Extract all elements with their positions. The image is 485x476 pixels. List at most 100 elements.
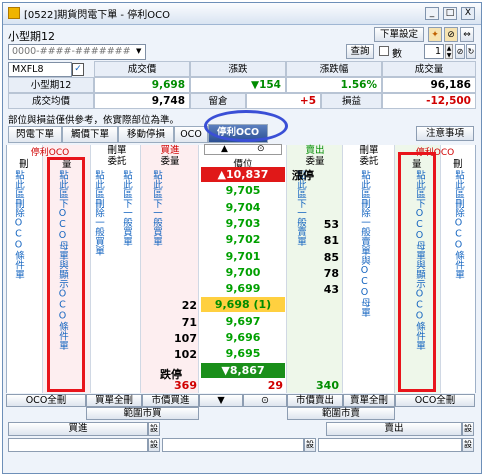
- ladder-sell-qty[interactable]: 85: [287, 249, 339, 266]
- ladder-price[interactable]: 9,699: [201, 281, 285, 296]
- ladder-price[interactable]: ▼8,867: [201, 362, 285, 378]
- right-delete-header: 刪: [453, 159, 463, 170]
- buy-order-header: 刪單 委託: [97, 145, 137, 167]
- tab-touch-price[interactable]: 觸價下單: [62, 126, 118, 143]
- sell-qty-header-2: 委量: [305, 156, 325, 167]
- center-button[interactable]: ⊙: [243, 394, 287, 407]
- remain-value: +5: [246, 93, 321, 109]
- last-price: 9,698: [94, 77, 190, 93]
- notes-button[interactable]: 注意事項: [416, 126, 474, 141]
- oco-delete-all-left-button[interactable]: OCO全刪: [6, 394, 86, 407]
- avg-cost-value: 9,748: [94, 93, 190, 109]
- center-target-icon[interactable]: ⊙: [257, 145, 265, 154]
- ladder-price[interactable]: 9,705: [201, 183, 285, 198]
- market-buy-button[interactable]: 市價買進: [142, 394, 199, 407]
- oco-delete-all-right-button[interactable]: OCO全刪: [395, 394, 475, 407]
- sell-price-set-button[interactable]: 設: [462, 438, 474, 452]
- minimize-button[interactable]: _: [425, 7, 439, 20]
- buy-set-button[interactable]: 設: [148, 422, 160, 436]
- tab-flash-order[interactable]: 閃電下單: [8, 126, 62, 143]
- ladder-buy-qty[interactable]: 102: [141, 346, 197, 363]
- star-icon[interactable]: ✦: [428, 27, 442, 42]
- remain-label: 留倉: [190, 93, 246, 109]
- total-sell-orders: 340: [316, 379, 339, 392]
- highlight-ellipse: [204, 110, 288, 142]
- ladder-buy-qty[interactable]: 22: [141, 297, 197, 314]
- ladder-price[interactable]: 9,695: [201, 346, 285, 361]
- mid-price-input[interactable]: [162, 438, 304, 452]
- buy-button[interactable]: 買進: [8, 422, 148, 436]
- ladder-price[interactable]: 9,696: [201, 330, 285, 345]
- buy-qty-header: 買進 委量: [150, 145, 190, 167]
- sell-price-input[interactable]: [318, 438, 462, 452]
- buy-qty-header-2: 委量: [160, 156, 180, 167]
- price-header-controls[interactable]: ▲ ⊙: [204, 144, 282, 155]
- header-change-pct: 漲跌幅: [286, 61, 382, 77]
- query-button[interactable]: 查詢: [346, 44, 374, 59]
- ladder-buy-qty[interactable]: 107: [141, 330, 197, 347]
- header-last-price: 成交價: [94, 61, 190, 77]
- range-market-buy-button[interactable]: 範圍市買: [86, 407, 199, 420]
- buy-price-input[interactable]: [8, 438, 148, 452]
- ladder-price[interactable]: 9,703: [201, 216, 285, 231]
- ladder-price[interactable]: ▲10,837: [201, 167, 285, 182]
- ladder-sell-qty[interactable]: 43: [287, 281, 339, 298]
- scroll-up-icon[interactable]: ▲: [221, 145, 228, 154]
- range-market-sell-button[interactable]: 範圍市賣: [287, 407, 395, 420]
- lock-icon[interactable]: ⊘: [444, 27, 458, 42]
- mid-set-button[interactable]: 設: [304, 438, 316, 452]
- buy-price-set-button[interactable]: 設: [148, 438, 160, 452]
- order-settings-button[interactable]: 下單設定: [374, 27, 424, 42]
- buy-order-header-2: 委託: [107, 156, 127, 167]
- lots-checkbox[interactable]: [379, 46, 389, 56]
- sell-delete-hint: 點此區刪除一般賣單與OCO母單: [359, 170, 370, 317]
- tab-oco[interactable]: OCO: [174, 126, 208, 143]
- window-title: [0522]期貨閃電下單 - 停利OCO: [24, 10, 170, 21]
- sell-delete-all-button[interactable]: 賣單全刪: [343, 394, 395, 407]
- scroll-down-button[interactable]: ▼: [199, 394, 243, 407]
- product-name: 小型期12: [8, 30, 55, 43]
- ladder-price[interactable]: 9,697: [201, 314, 285, 329]
- ladder-sell-qty[interactable]: 53: [287, 216, 339, 233]
- sell-button[interactable]: 賣出: [326, 422, 462, 436]
- ladder-price[interactable]: 9,698 (1): [201, 297, 285, 313]
- sell-order-header: 刪單 委託: [349, 145, 389, 167]
- volume-value: 96,186: [382, 77, 476, 93]
- left-oco-delete-hint: 點此區刪除OCO條件單: [13, 170, 24, 279]
- link-icon[interactable]: ⊘: [455, 44, 465, 59]
- symbol-checkbox[interactable]: ✓: [72, 63, 84, 76]
- expand-icon[interactable]: ⇔: [460, 27, 474, 42]
- symbol-select[interactable]: MXFL8: [8, 62, 72, 77]
- ladder-price[interactable]: 9,700: [201, 265, 285, 280]
- position-notice: 部位與損益僅供參考，依實際部位為準。: [8, 115, 180, 126]
- app-icon: [8, 7, 20, 19]
- ladder-price[interactable]: 9,701: [201, 249, 285, 264]
- lots-input[interactable]: 1: [424, 44, 444, 59]
- lots-stepper[interactable]: ▲ ▼: [445, 44, 453, 59]
- product-label: 小型期12: [8, 77, 94, 93]
- ladder-price[interactable]: 9,702: [201, 232, 285, 247]
- buy-delete-all-button[interactable]: 買單全刪: [86, 394, 142, 407]
- ladder-buy-qty[interactable]: 71: [141, 314, 197, 331]
- market-sell-button[interactable]: 市價賣出: [287, 394, 343, 407]
- buy-order-hint-a: 點此區下一般買單: [121, 170, 132, 246]
- total-buy-orders: 369: [174, 379, 197, 392]
- buy-order-header-1: 刪單: [107, 145, 127, 156]
- sell-order-header-2: 委託: [359, 156, 379, 167]
- sell-qty-header: 賣出 委量: [295, 145, 335, 167]
- left-delete-header: 刪: [19, 159, 29, 170]
- sell-set-button[interactable]: 設: [462, 422, 474, 436]
- tab-trailing-stop[interactable]: 移動停損: [118, 126, 174, 143]
- refresh-icon[interactable]: ↻: [466, 44, 476, 59]
- ladder-sell-qty[interactable]: 78: [287, 265, 339, 282]
- ladder-sell-qty[interactable]: 81: [287, 232, 339, 249]
- buy-qty-header-1: 買進: [160, 145, 180, 156]
- chevron-down-icon: ▼: [136, 47, 142, 55]
- ladder-price[interactable]: 9,704: [201, 200, 285, 215]
- account-select[interactable]: 0000-####-#######: [8, 44, 146, 60]
- lots-label: 數: [392, 49, 402, 60]
- close-button[interactable]: X: [461, 7, 475, 20]
- buy-order-hint-b: 點此區下一般買單: [151, 170, 162, 246]
- change-value: ▼154: [190, 77, 286, 93]
- maximize-button[interactable]: □: [443, 7, 457, 20]
